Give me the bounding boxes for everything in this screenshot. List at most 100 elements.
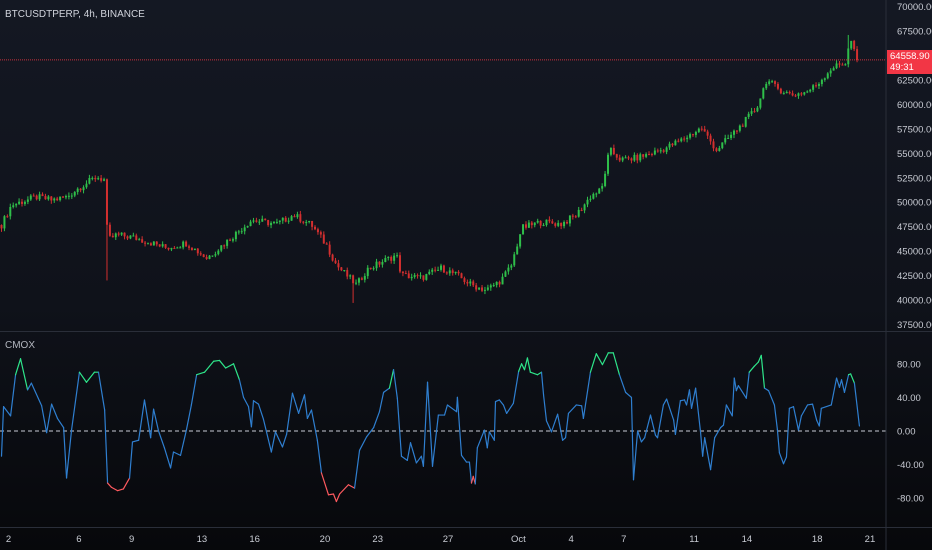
cmox-line-segment [2,406,12,417]
candle-body [360,278,363,280]
time-tick-label: 20 [320,534,331,545]
candle-body [648,154,651,156]
candle-body [328,244,331,255]
candle-body [501,276,504,285]
chart-canvas[interactable]: 37500.00 40000.00 42500.00 45000.00 47500.00… [0,0,932,550]
candle-body [243,227,246,232]
candle-body [548,219,551,222]
cmox-line-segment [488,431,495,441]
cmox-line-segment [179,429,187,456]
candle-body [856,49,859,60]
candle-body [642,154,645,157]
cmox-line-segment [70,371,81,431]
candle-body [683,138,686,140]
cmox-line-segment [637,430,643,443]
candle-body [375,261,378,269]
candle-body [220,245,223,251]
candle-body [343,270,346,272]
cmox-line-segment [270,431,277,453]
candle-body [296,214,299,218]
cmox-line-segment [731,377,735,417]
candle-body [29,195,32,200]
candle-body [598,188,601,194]
cmox-pane [0,352,886,503]
cmox-line-segment [518,363,523,372]
candle-body [231,239,234,241]
indicator-title[interactable]: CMOX [5,340,35,351]
cmox-line-segment [709,437,716,471]
cmox-line-segment [443,404,449,416]
candle-body [653,150,656,155]
candle-body [340,267,343,271]
cmox-line-segment [542,394,548,422]
candle-body [498,281,501,285]
time-tick-label: 11 [689,534,699,545]
candle-body [111,235,114,238]
candle-body [703,129,706,132]
candle-body [149,243,152,246]
candle-body [422,275,425,280]
candle-body [410,276,413,279]
candle-body [287,220,290,222]
candle-body [565,221,568,224]
cmox-line-segment [624,391,633,398]
price-tick-label: 50000.00 [897,198,932,209]
price-pane [0,34,886,303]
cmox-line-segment [41,405,48,434]
cmox-line-segment [388,369,395,389]
candle-body [604,173,607,187]
cmox-line-segment [327,493,335,496]
candle-body [448,270,451,274]
cmox-line-segment [806,403,814,406]
cmox-line-segment [818,407,822,427]
cmox-line-segment [298,394,306,414]
cmox-line-segment [238,379,245,398]
cmox-line-segment [446,404,458,413]
candle-body [404,273,407,275]
candle-body [460,273,463,279]
candle-body [357,278,360,283]
cmox-line-segment [601,352,609,366]
candle-body [650,154,653,156]
candle-body [727,137,730,139]
cmox-line-segment [575,404,583,407]
candle-body [721,142,724,149]
candle-body [806,91,809,93]
cmox-line-segment [506,402,514,414]
cmox-line-segment [262,418,272,453]
cmox-line-segment [281,433,288,448]
candle-body [100,178,103,181]
candle-body [15,203,18,206]
candle-body [211,255,214,257]
cmox-line-segment [540,371,545,396]
candle-body [586,199,589,205]
cmox-line-segment [714,427,722,439]
cmox-line-segment [735,385,739,392]
candle-body [311,220,314,227]
price-tick-label: 70000.00 [897,2,932,13]
cmox-line-segment [666,398,675,421]
candle-body [472,281,475,286]
cmox-line-segment [218,359,227,369]
candle-body [762,88,765,99]
candle-body [246,226,249,228]
cmox-line-segment [520,363,526,371]
cmox-line-segment [640,437,646,443]
price-tick-label: 55000.00 [897,149,932,160]
cmox-line-segment [493,401,497,441]
candle-body [662,150,665,152]
cmox-line-segment [163,447,172,469]
axes: 37500.00 40000.00 42500.00 45000.00 47500.00… [0,0,932,550]
candle-body [489,285,492,288]
candle-body [709,135,712,142]
candle-body [21,201,24,204]
cmox-line-segment [582,371,592,419]
cmox-tick-label: 40.00 [897,393,921,404]
candle-body [234,231,237,240]
candle-body [308,220,311,223]
candle-body [492,285,495,287]
time-tick-label: 9 [129,534,134,545]
candle-body [188,246,191,248]
candle-body [759,98,762,108]
candle-body [513,254,516,266]
